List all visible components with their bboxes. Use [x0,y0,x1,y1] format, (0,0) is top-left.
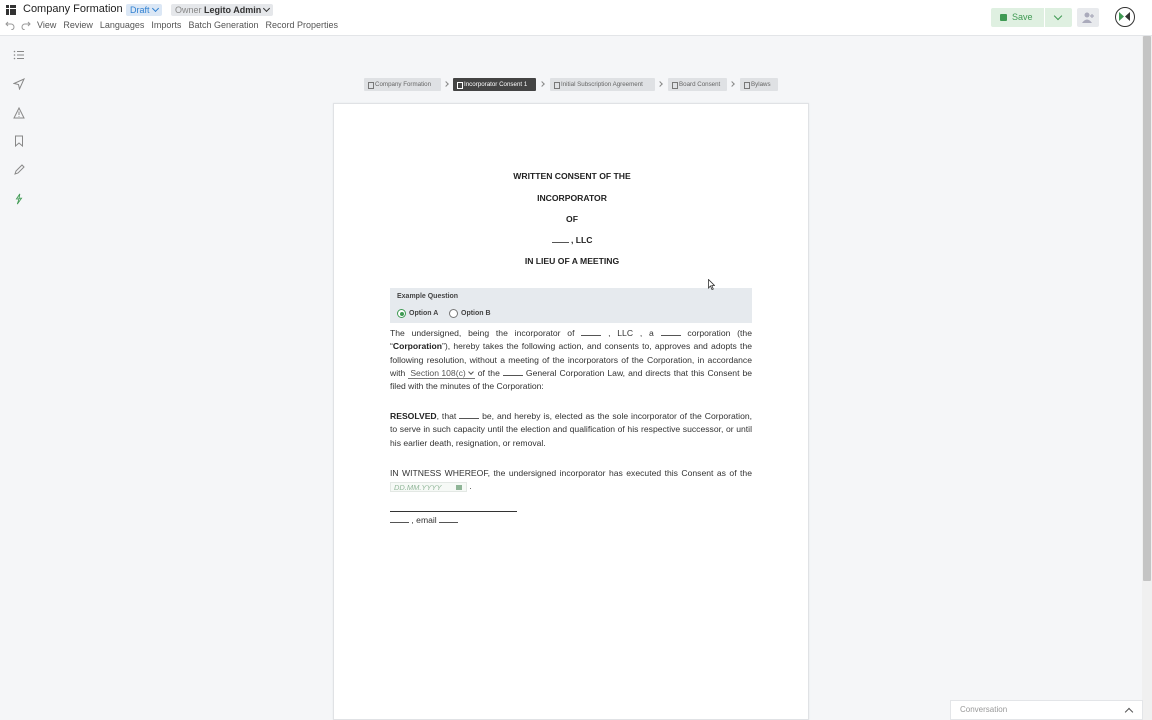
doc-title-line-4: , LLC [334,235,810,245]
app-title: Company Formation [23,3,123,15]
top-bar: Company Formation Draft Owner Legito Adm… [0,0,1152,36]
menu-view[interactable]: View [37,20,56,30]
p1-text-1: The undersigned, being the incorporator … [390,328,575,338]
section-select[interactable]: Section 108(c) [408,367,475,379]
incorporator-name-blank[interactable] [459,418,480,419]
llc-name-blank[interactable] [581,335,602,336]
document-page: WRITTEN CONSENT OF THE INCORPORATOR OF ,… [333,103,809,720]
option-a-radio[interactable] [397,309,406,318]
chevron-down-icon [263,4,271,13]
save-label: Save [1012,12,1033,22]
status-badge-label: Draft [130,5,150,15]
p1-corporation-term: Corporation [392,341,443,352]
share-user-button[interactable] [1077,8,1099,27]
conversation-panel[interactable]: Conversation [950,700,1143,720]
p2-text-1: , that [436,411,457,421]
p1-text-5: of the [477,367,500,378]
chevron-down-icon [151,4,159,13]
p3-text-1: IN WITNESS WHEREOF, the undersigned inco… [390,468,752,478]
crumb-board-consent[interactable]: Board Consent [668,78,727,91]
doc-title-line-3: OF [566,214,578,224]
scrollbar-thumb[interactable] [1143,36,1151,581]
save-icon [1000,14,1007,21]
doc-title-llc: , LLC [570,235,593,245]
owner-name: Legito Admin [204,5,262,15]
resolved-paragraph: RESOLVED, that be, and hereby is, electe… [390,410,752,450]
conversation-label: Conversation [960,705,1008,714]
chevron-down-icon [467,369,474,375]
example-question: Example Question Option A Option B [390,288,752,323]
doc-title-line-1: WRITTEN CONSENT OF THE [513,171,631,181]
status-badge[interactable]: Draft [126,4,162,16]
signer-name-blank[interactable] [390,522,409,523]
company-name-blank[interactable] [551,242,569,243]
crumb-incorporator-consent-1[interactable]: Incorporator Consent 1 [453,78,536,91]
warning-icon[interactable] [13,107,25,119]
menu-record-properties[interactable]: Record Properties [265,20,338,30]
owner-selector[interactable]: Owner Legito Admin [171,4,274,16]
pen-icon[interactable] [13,164,25,176]
question-label: Example Question [397,293,459,300]
menu-imports[interactable]: Imports [151,20,181,30]
witness-paragraph: IN WITNESS WHEREOF, the undersigned inco… [390,467,752,494]
signer-email-blank[interactable] [439,522,459,523]
main-menu: View Review Languages Imports Batch Gene… [37,20,338,30]
menu-languages[interactable]: Languages [100,20,145,30]
doc-title-line-5: IN LIEU OF A MEETING [524,256,620,266]
avatar[interactable] [1115,7,1135,27]
menu-review[interactable]: Review [63,20,93,30]
state-blank[interactable] [660,335,681,336]
owner-label: Owner [175,5,202,15]
law-state-blank[interactable] [502,374,523,376]
signature-line [390,511,517,512]
chevron-right-icon [729,81,735,87]
apps-grid-icon[interactable] [6,5,16,15]
doc-title-line-2: INCORPORATOR [537,193,607,203]
calendar-icon[interactable] [456,484,462,490]
send-icon[interactable] [13,78,25,90]
user-avatar-icon [1119,12,1130,21]
section-select-value: Section 108(c) [410,367,466,378]
p3-text-2: . [469,481,472,492]
bookmark-icon[interactable] [13,135,25,147]
lightning-icon[interactable] [13,193,25,205]
undo-icon[interactable] [5,20,15,30]
option-b-label[interactable]: Option B [461,309,491,318]
crumb-company-formation[interactable]: Company Formation [364,78,441,91]
p1-text-2: , LLC , a [608,328,654,338]
p2-resolved-term: RESOLVED [390,411,437,421]
chevron-down-icon [1053,11,1063,21]
chevron-right-icon [657,81,663,87]
menu-batch-generation[interactable]: Batch Generation [188,20,258,30]
mouse-cursor-icon [708,279,715,290]
option-b-radio[interactable] [449,309,458,318]
list-icon[interactable] [13,49,25,61]
date-input[interactable]: DD.MM.YYYY [390,482,467,493]
chevron-right-icon [539,81,545,87]
option-a-label[interactable]: Option A [409,309,438,318]
save-dropdown-button[interactable] [1045,8,1072,27]
sig-email-text: , email [411,515,437,525]
crumb-initial-subscription-agreement[interactable]: Initial Subscription Agreement [550,78,655,91]
chevron-right-icon [443,81,449,87]
signature-block: , email [390,514,752,527]
add-user-icon [1082,12,1094,23]
consent-paragraph: The undersigned, being the incorporator … [390,327,752,393]
redo-icon[interactable] [21,20,31,30]
chevron-up-icon[interactable] [1124,707,1134,717]
crumb-bylaws[interactable]: Bylaws [740,78,778,91]
save-button[interactable]: Save [991,8,1044,27]
date-placeholder: DD.MM.YYYY [394,483,442,493]
